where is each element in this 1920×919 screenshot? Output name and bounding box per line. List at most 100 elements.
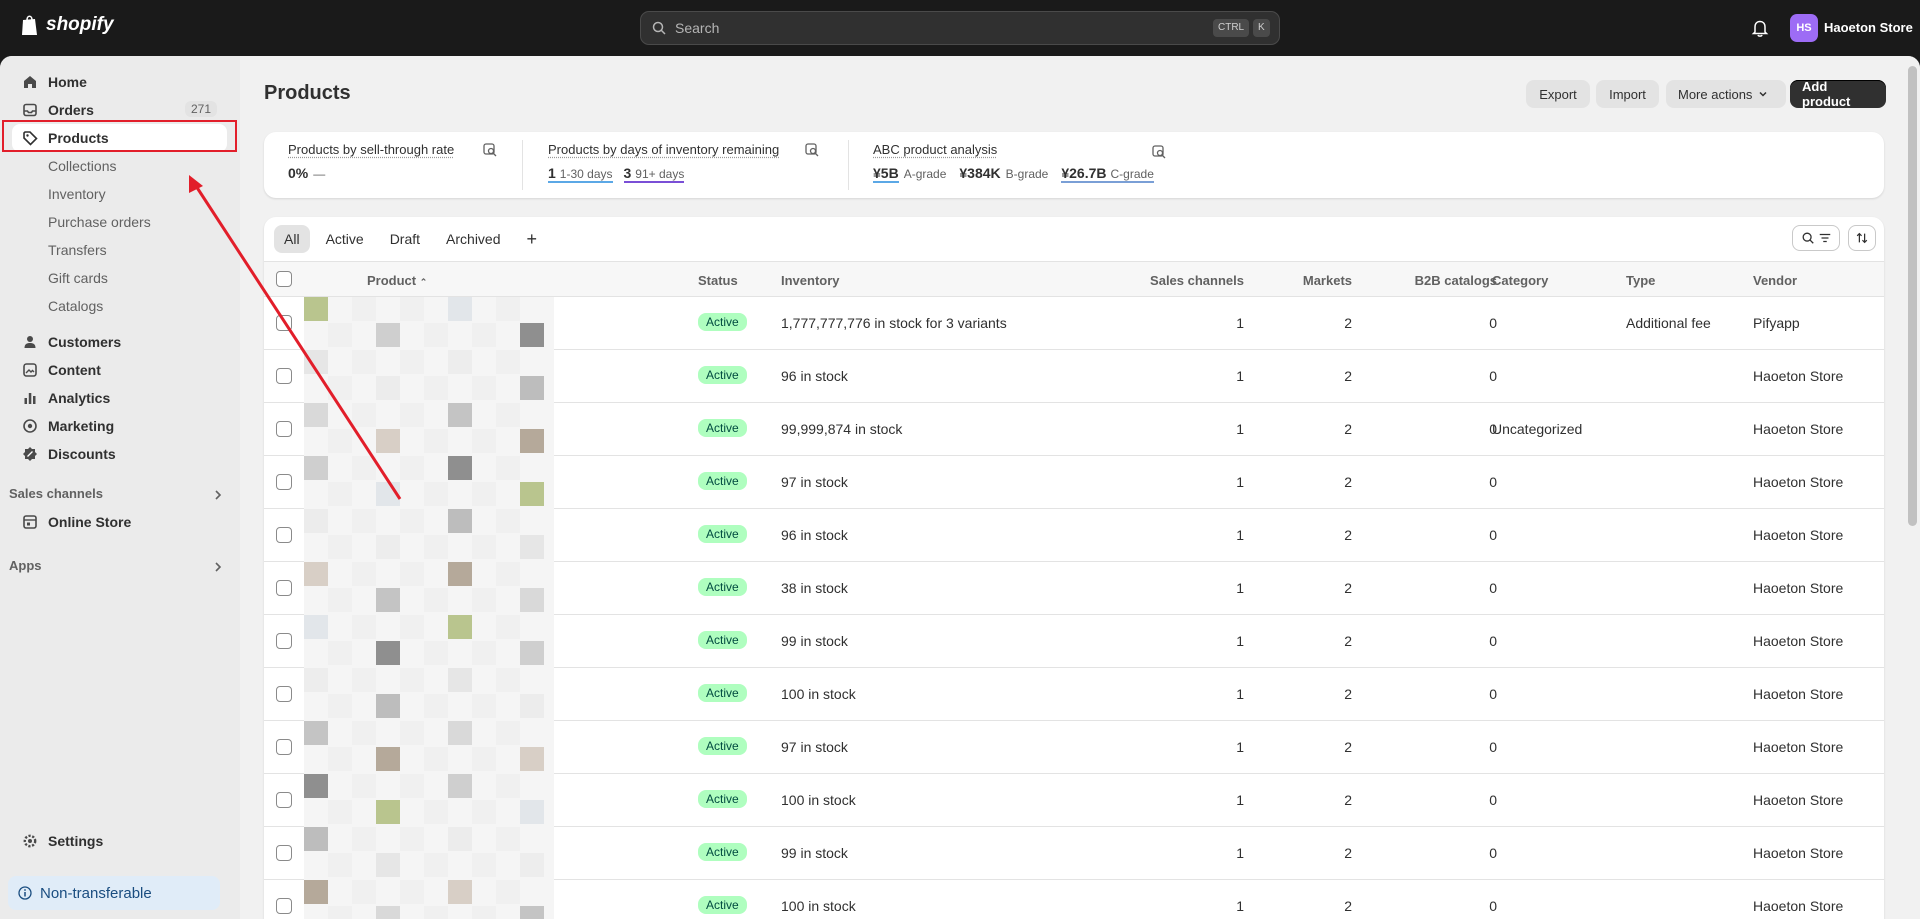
row-checkbox[interactable] bbox=[276, 898, 292, 914]
row-checkbox[interactable] bbox=[276, 686, 292, 702]
vendor-cell: Haoeton Store bbox=[1753, 739, 1844, 755]
table-row[interactable]: Active 99 in stock 1 2 0 Haoeton Store bbox=[264, 615, 1884, 668]
status-badge: Active bbox=[698, 313, 747, 331]
bell-icon[interactable] bbox=[1750, 18, 1770, 38]
blurred-pixel bbox=[376, 588, 400, 612]
import-button[interactable]: Import bbox=[1596, 80, 1659, 108]
blurred-pixel bbox=[448, 668, 472, 692]
sales-channels-cell: 1 bbox=[1236, 421, 1244, 437]
add-view-button[interactable]: + bbox=[517, 225, 548, 253]
product-thumbnail-blurred[interactable] bbox=[304, 774, 554, 827]
col-status[interactable]: Status bbox=[698, 273, 738, 288]
export-button[interactable]: Export bbox=[1526, 80, 1590, 108]
scrollbar[interactable] bbox=[1904, 56, 1920, 919]
analyze-icon[interactable] bbox=[804, 142, 820, 158]
b2b-cell: 0 bbox=[1489, 792, 1497, 808]
scrollbar-thumb[interactable] bbox=[1908, 66, 1917, 526]
table-row[interactable]: Active 96 in stock 1 2 0 Haoeton Store bbox=[264, 509, 1884, 562]
markets-cell: 2 bbox=[1344, 633, 1352, 649]
add-product-button[interactable]: Add product bbox=[1790, 79, 1886, 109]
col-b2b-catalogs[interactable]: B2B catalogs bbox=[1364, 273, 1497, 288]
vendor-cell: Haoeton Store bbox=[1753, 580, 1844, 596]
row-checkbox[interactable] bbox=[276, 633, 292, 649]
analyze-icon[interactable] bbox=[1151, 144, 1167, 160]
blurred-pixel bbox=[496, 509, 520, 533]
col-category[interactable]: Category bbox=[1492, 273, 1548, 288]
b2b-cell: 0 bbox=[1489, 421, 1497, 437]
product-thumbnail-blurred[interactable] bbox=[304, 668, 554, 721]
search-filter-button[interactable] bbox=[1792, 225, 1840, 251]
product-thumbnail-blurred[interactable] bbox=[304, 615, 554, 668]
more-actions-button[interactable]: More actions bbox=[1666, 80, 1786, 108]
col-vendor[interactable]: Vendor bbox=[1753, 273, 1797, 288]
status-badge: Active bbox=[698, 366, 747, 384]
row-checkbox[interactable] bbox=[276, 792, 292, 808]
tab-archived[interactable]: Archived bbox=[436, 225, 510, 253]
chevron-down-icon bbox=[1759, 91, 1767, 97]
sales-channels-cell: 1 bbox=[1236, 633, 1244, 649]
row-checkbox[interactable] bbox=[276, 739, 292, 755]
product-thumbnail-blurred[interactable] bbox=[304, 827, 554, 880]
blurred-pixel bbox=[400, 562, 424, 586]
analyze-icon[interactable] bbox=[482, 142, 498, 158]
abc-analysis-card[interactable]: ABC product analysis ¥5B A-grade ¥384K B-g… bbox=[873, 142, 1173, 183]
col-markets[interactable]: Markets bbox=[1264, 273, 1352, 288]
table-row[interactable]: Active 100 in stock 1 2 0 Haoeton Store bbox=[264, 668, 1884, 721]
store-name[interactable]: Haoeton Store bbox=[1824, 20, 1913, 35]
blurred-pixel bbox=[448, 774, 472, 798]
blurred-pixel bbox=[496, 774, 520, 798]
product-thumbnail-blurred[interactable] bbox=[304, 721, 554, 774]
markets-cell: 2 bbox=[1344, 474, 1352, 490]
blurred-pixel bbox=[352, 721, 376, 745]
b2b-cell: 0 bbox=[1489, 898, 1497, 914]
col-type[interactable]: Type bbox=[1626, 273, 1655, 288]
shopify-logo[interactable]: shopify bbox=[20, 14, 114, 36]
status-badge: Active bbox=[698, 578, 747, 596]
inventory-cell: 100 in stock bbox=[781, 686, 856, 702]
avatar[interactable]: HS bbox=[1790, 14, 1818, 42]
card-title: Products by days of inventory remaining bbox=[548, 142, 780, 157]
blurred-pixel bbox=[448, 880, 472, 904]
non-transferable-banner[interactable]: Non-transferable bbox=[8, 876, 220, 910]
table-row[interactable]: Active 100 in stock 1 2 0 Haoeton Store bbox=[264, 880, 1884, 919]
sort-button[interactable] bbox=[1848, 225, 1876, 251]
abc-c-value: ¥26.7B bbox=[1061, 165, 1107, 181]
col-inventory[interactable]: Inventory bbox=[781, 273, 840, 288]
col-sales-channels[interactable]: Sales channels bbox=[1104, 273, 1244, 288]
blurred-pixel bbox=[328, 694, 352, 718]
row-checkbox[interactable] bbox=[276, 845, 292, 861]
days-inventory-card[interactable]: Products by days of inventory remaining … bbox=[548, 142, 848, 183]
inventory-cell: 96 in stock bbox=[781, 368, 848, 384]
apps-heading[interactable]: Apps bbox=[9, 558, 42, 573]
blurred-pixel bbox=[424, 429, 448, 453]
sales-channels-cell: 1 bbox=[1236, 315, 1244, 331]
table-row[interactable]: Active 97 in stock 1 2 0 Haoeton Store bbox=[264, 721, 1884, 774]
table-row[interactable]: Active 96 in stock 1 2 0 Haoeton Store bbox=[264, 350, 1884, 403]
analytics-bar: Products by sell-through rate 0% — Produc… bbox=[264, 132, 1884, 198]
blurred-pixel bbox=[520, 853, 544, 877]
search-input[interactable]: Search CTRL K bbox=[640, 11, 1280, 45]
table-row[interactable]: Active 100 in stock 1 2 0 Haoeton Store bbox=[264, 774, 1884, 827]
sidebar-item-label: Settings bbox=[48, 833, 104, 849]
sidebar-item-settings[interactable]: Settings bbox=[12, 827, 227, 855]
chevron-right-icon[interactable] bbox=[212, 561, 224, 573]
table-row[interactable]: Active 99,999,874 in stock 1 2 0 Uncateg… bbox=[264, 403, 1884, 456]
row-checkbox[interactable] bbox=[276, 580, 292, 596]
table-row[interactable]: Active 38 in stock 1 2 0 Haoeton Store bbox=[264, 562, 1884, 615]
product-thumbnail-blurred[interactable] bbox=[304, 880, 554, 919]
markets-cell: 2 bbox=[1344, 368, 1352, 384]
product-thumbnail-blurred[interactable] bbox=[304, 562, 554, 615]
blurred-pixel bbox=[304, 615, 328, 639]
shopify-bag-icon bbox=[22, 15, 37, 35]
table-row[interactable]: Active 97 in stock 1 2 0 Haoeton Store bbox=[264, 456, 1884, 509]
table-row[interactable]: Active 1,777,777,776 in stock for 3 vari… bbox=[264, 297, 1884, 350]
table-row[interactable]: Active 99 in stock 1 2 0 Haoeton Store bbox=[264, 827, 1884, 880]
inventory-cell: 1,777,777,776 in stock for 3 variants bbox=[781, 315, 1007, 331]
blurred-pixel bbox=[520, 906, 544, 919]
sales-channels-cell: 1 bbox=[1236, 686, 1244, 702]
blurred-pixel bbox=[520, 800, 544, 824]
sales-channels-cell: 1 bbox=[1236, 527, 1244, 543]
blurred-pixel bbox=[376, 694, 400, 718]
category-cell: Uncategorized bbox=[1492, 421, 1583, 437]
inventory-cell: 99 in stock bbox=[781, 845, 848, 861]
